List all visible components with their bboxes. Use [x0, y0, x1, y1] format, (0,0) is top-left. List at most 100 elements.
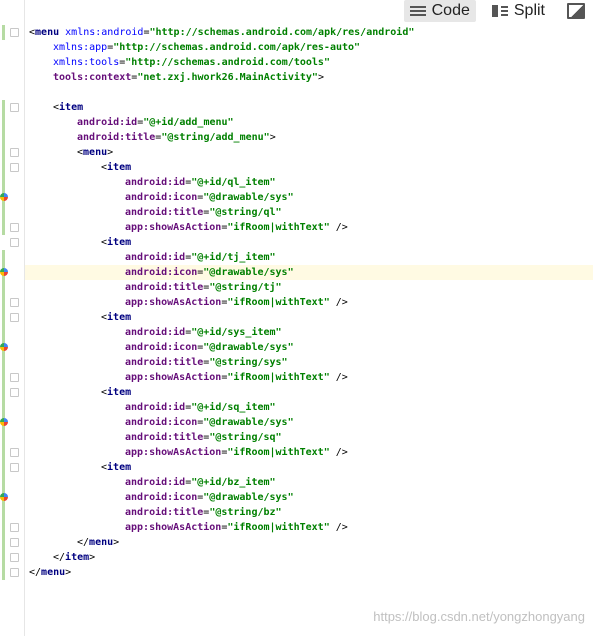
code-token: menu	[89, 537, 114, 548]
code-line[interactable]: <item	[10, 235, 593, 250]
fold-icon[interactable]	[10, 373, 19, 382]
code-line[interactable]: android:title="@string/sys"	[2, 355, 593, 370]
change-marker	[2, 115, 5, 130]
code-line[interactable]: android:icon="@drawable/sys"	[0, 340, 593, 355]
code-line[interactable]: android:id="@+id/sq_item"	[2, 400, 593, 415]
fold-icon[interactable]	[10, 223, 19, 232]
fold-icon[interactable]	[10, 388, 19, 397]
drawable-preview-icon[interactable]	[0, 493, 8, 501]
code-token: android:icon	[125, 417, 198, 428]
code-text: <menu>	[25, 147, 113, 158]
code-text: </menu>	[25, 567, 71, 578]
code-text: android:icon="@drawable/sys"	[25, 342, 294, 353]
code-line[interactable]: android:icon="@drawable/sys"	[0, 190, 593, 205]
code-line[interactable]: app:showAsAction="ifRoom|withText" />	[2, 520, 593, 535]
code-text: tools:context="net.zxj.hwork26.MainActiv…	[25, 72, 324, 83]
fold-icon[interactable]	[10, 523, 19, 532]
code-token: xmlns:android	[65, 27, 144, 38]
fold-icon[interactable]	[10, 568, 19, 577]
code-token: >	[89, 552, 96, 563]
code-line[interactable]: android:id="@+id/sys_item"	[2, 325, 593, 340]
code-line[interactable]: <item	[2, 460, 593, 475]
code-text: app:showAsAction="ifRoom|withText" />	[25, 372, 348, 383]
code-line[interactable]: android:title="@string/sq"	[2, 430, 593, 445]
code-token: item	[107, 237, 132, 248]
change-marker	[2, 130, 5, 145]
code-line[interactable]: <item	[2, 310, 593, 325]
code-text: <item	[25, 102, 83, 113]
code-token: />	[329, 372, 348, 383]
code-text: android:title="@string/tj"	[25, 282, 282, 293]
change-marker	[2, 565, 5, 580]
fold-icon[interactable]	[10, 313, 19, 322]
code-line[interactable]: android:id="@+id/tj_item"	[2, 250, 593, 265]
code-line[interactable]: android:title="@string/bz"	[2, 505, 593, 520]
code-token: "@string/sq"	[209, 432, 282, 443]
code-line[interactable]: android:icon="@drawable/sys"	[0, 415, 593, 430]
code-token: "http://schemas.android.com/tools"	[125, 57, 330, 68]
code-line[interactable]: <menu xmlns:android="http://schemas.andr…	[2, 25, 593, 40]
code-line[interactable]: android:title="@string/add_menu">	[2, 130, 593, 145]
code-line[interactable]: <menu>	[2, 145, 593, 160]
code-token: "@string/tj"	[209, 282, 282, 293]
drawable-preview-icon[interactable]	[0, 193, 8, 201]
code-token: "http://schemas.android.com/apk/res-auto…	[113, 42, 361, 53]
code-text: </menu>	[25, 537, 119, 548]
code-line[interactable]: android:id="@+id/ql_item"	[2, 175, 593, 190]
fold-icon[interactable]	[10, 148, 19, 157]
code-line[interactable]: app:showAsAction="ifRoom|withText" />	[2, 445, 593, 460]
tab-design[interactable]	[561, 0, 591, 22]
code-line[interactable]: </item>	[2, 550, 593, 565]
code-token: app:showAsAction	[125, 447, 222, 458]
change-marker	[2, 295, 5, 310]
code-line[interactable]	[25, 85, 593, 100]
code-editor[interactable]: <menu xmlns:android="http://schemas.andr…	[0, 25, 593, 580]
code-line[interactable]: android:icon="@drawable/sys"	[0, 490, 593, 505]
fold-icon[interactable]	[10, 448, 19, 457]
code-line[interactable]: </menu>	[2, 565, 593, 580]
code-line[interactable]: xmlns:tools="http://schemas.android.com/…	[25, 55, 593, 70]
code-line[interactable]: app:showAsAction="ifRoom|withText" />	[2, 220, 593, 235]
code-token: android:title	[125, 432, 204, 443]
tab-split-label: Split	[513, 2, 545, 19]
fold-icon[interactable]	[10, 28, 19, 37]
code-line[interactable]: app:showAsAction="ifRoom|withText" />	[2, 370, 593, 385]
fold-icon[interactable]	[10, 103, 19, 112]
code-line[interactable]: <item	[2, 160, 593, 175]
code-line[interactable]: xmlns:app="http://schemas.android.com/ap…	[25, 40, 593, 55]
code-line[interactable]: android:id="@+id/bz_item"	[2, 475, 593, 490]
code-token: "net.zxj.hwork26.MainActivity"	[137, 72, 318, 83]
fold-icon[interactable]	[10, 463, 19, 472]
drawable-preview-icon[interactable]	[0, 268, 8, 276]
code-line[interactable]: </menu>	[2, 535, 593, 550]
code-line[interactable]: android:title="@string/ql"	[2, 205, 593, 220]
code-token: android:title	[125, 357, 204, 368]
change-marker	[2, 25, 5, 40]
code-token: >	[113, 537, 120, 548]
change-marker	[2, 145, 5, 160]
fold-icon[interactable]	[10, 553, 19, 562]
code-line[interactable]: <item	[2, 385, 593, 400]
fold-icon[interactable]	[10, 538, 19, 547]
code-line[interactable]: android:icon="@drawable/sys"	[0, 265, 593, 280]
fold-icon[interactable]	[10, 163, 19, 172]
code-token: android:id	[125, 177, 186, 188]
tab-code[interactable]: Code	[403, 0, 476, 22]
fold-icon[interactable]	[10, 238, 19, 247]
code-line[interactable]: android:id="@+id/add_menu"	[2, 115, 593, 130]
code-line[interactable]: app:showAsAction="ifRoom|withText" />	[2, 295, 593, 310]
tab-split[interactable]: Split	[486, 0, 551, 22]
code-text: app:showAsAction="ifRoom|withText" />	[25, 297, 348, 308]
fold-icon[interactable]	[10, 298, 19, 307]
change-marker	[2, 430, 5, 445]
code-line[interactable]: <item	[2, 100, 593, 115]
drawable-preview-icon[interactable]	[0, 343, 8, 351]
code-line[interactable]: android:title="@string/tj"	[2, 280, 593, 295]
code-token: </	[29, 567, 42, 578]
code-line[interactable]: tools:context="net.zxj.hwork26.MainActiv…	[25, 70, 593, 85]
code-token: </	[53, 552, 66, 563]
change-marker	[2, 175, 5, 190]
code-token: android:id	[77, 117, 138, 128]
drawable-preview-icon[interactable]	[0, 418, 8, 426]
change-marker	[2, 355, 5, 370]
